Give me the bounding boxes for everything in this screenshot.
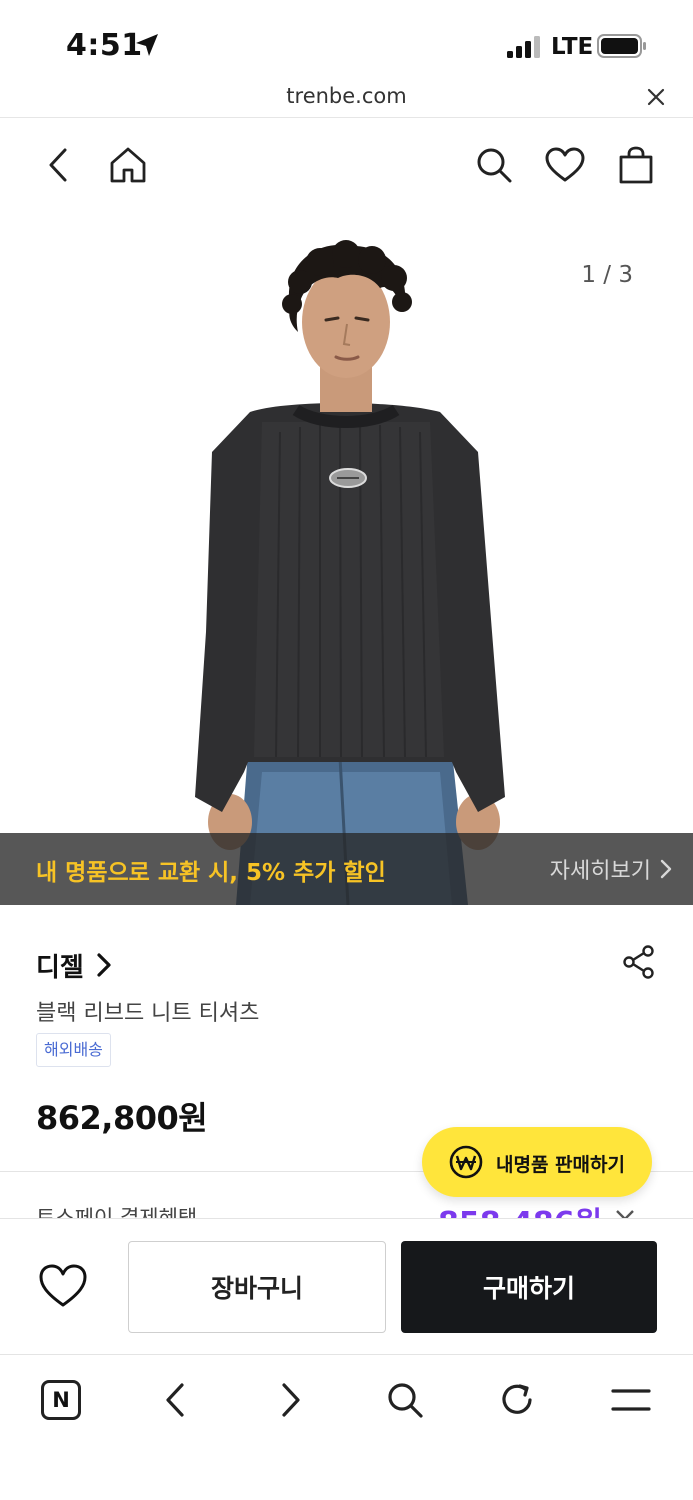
- promo-banner[interactable]: 내 명품으로 교환 시, 5% 추가 할인 자세히보기: [0, 833, 693, 905]
- status-time: 4:51: [66, 28, 143, 63]
- search-icon: [388, 1383, 423, 1418]
- buy-now-button[interactable]: 구매하기: [401, 1241, 657, 1333]
- heart-icon: [39, 1264, 87, 1307]
- browser-search-button[interactable]: [382, 1377, 428, 1423]
- url-bar[interactable]: trenbe.com: [0, 80, 693, 118]
- search-button[interactable]: [472, 143, 516, 187]
- heart-icon: [545, 147, 585, 182]
- menu-button[interactable]: [608, 1377, 654, 1423]
- product-photo: [195, 240, 505, 905]
- won-coin-icon: [449, 1145, 483, 1179]
- network-label: LTE: [551, 34, 594, 60]
- battery-icon: [597, 34, 646, 58]
- payment-benefit-price: 858,486원: [438, 1198, 602, 1218]
- browser-toolbar: N: [0, 1354, 693, 1500]
- shipping-badge: 해외배송: [36, 1033, 111, 1067]
- forward-icon: [282, 1383, 300, 1417]
- location-arrow-icon: [136, 34, 158, 56]
- add-to-cart-button[interactable]: 장바구니: [128, 1241, 386, 1333]
- reload-icon: [502, 1384, 532, 1414]
- chevron-right-icon[interactable]: [96, 952, 112, 978]
- back-icon: [166, 1383, 184, 1417]
- close-icon[interactable]: [645, 86, 667, 108]
- sell-my-luxury-button[interactable]: 내명품 판매하기: [422, 1127, 652, 1197]
- payment-benefit-label: 토스페이 결제혜택: [36, 1206, 198, 1218]
- bag-icon: [619, 146, 653, 184]
- cart-bag-button[interactable]: [614, 143, 658, 187]
- app-header: [0, 119, 693, 211]
- menu-icon: [611, 1389, 651, 1411]
- tabs-button[interactable]: N: [38, 1377, 84, 1423]
- image-counter: 1 / 3: [581, 262, 633, 288]
- wishlist-toggle[interactable]: [38, 1263, 90, 1311]
- browser-back-button[interactable]: [152, 1377, 198, 1423]
- browser-forward-button[interactable]: [268, 1377, 314, 1423]
- chevron-right-icon: [660, 859, 672, 879]
- chevron-down-icon: [616, 1210, 634, 1218]
- payment-benefit-row[interactable]: 토스페이 결제혜택 858,486원: [0, 1196, 693, 1218]
- wishlist-button[interactable]: [543, 143, 587, 187]
- promo-more-link[interactable]: 자세히보기: [550, 853, 651, 885]
- signal-icon: [507, 36, 540, 58]
- brand-link[interactable]: 디젤: [36, 947, 84, 984]
- purchase-bar: 장바구니 구매하기: [0, 1218, 693, 1354]
- tab-icon: N: [41, 1380, 81, 1420]
- product-name: 블랙 리브드 니트 티셔츠: [36, 1001, 260, 1026]
- product-image[interactable]: 1 / 3 내 명품으로 교환 시, 5% 추가 할인 자세히보기: [0, 212, 693, 905]
- url-text: trenbe.com: [286, 84, 407, 108]
- status-bar: 4:51 LTE: [0, 0, 693, 80]
- share-icon[interactable]: [623, 945, 655, 979]
- reload-button[interactable]: [494, 1377, 540, 1423]
- home-icon: [110, 147, 146, 183]
- product-price: 862,800원: [36, 1099, 208, 1137]
- back-icon: [49, 148, 67, 182]
- promo-text: 내 명품으로 교환 시, 5% 추가 할인: [36, 860, 386, 886]
- sell-button-label: 내명품 판매하기: [496, 1154, 625, 1176]
- home-button[interactable]: [106, 143, 150, 187]
- back-button[interactable]: [36, 143, 80, 187]
- search-icon: [477, 148, 512, 183]
